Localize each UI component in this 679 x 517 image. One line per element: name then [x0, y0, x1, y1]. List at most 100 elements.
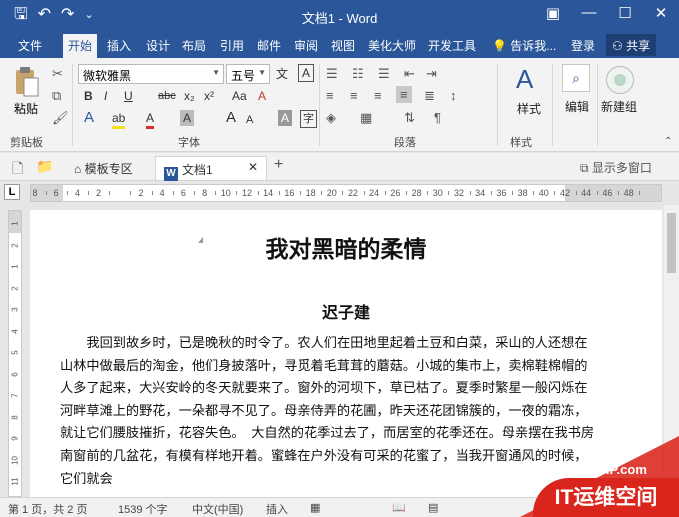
clear-formatting-button[interactable]: A	[258, 88, 266, 104]
close-tab-icon[interactable]: ✕	[248, 160, 258, 174]
horizontal-ruler[interactable]: 8 6 4 2 2 4 6 8 10 12 14 16 18 20 22 24 26 28 30 32 34 36 38 40…	[30, 184, 662, 202]
font-name-combo[interactable]: 微软雅黑 ▼	[78, 64, 224, 84]
styles-icon[interactable]: A	[516, 64, 533, 94]
ruler-tick-label: 42	[559, 188, 571, 198]
new-group-icon[interactable]	[606, 66, 634, 94]
change-case-button[interactable]: Aa	[232, 88, 247, 104]
italic-button[interactable]: I	[104, 88, 107, 104]
minimize-icon[interactable]: —	[579, 4, 599, 22]
phonetic-guide-icon[interactable]: 文	[276, 66, 288, 82]
tab-file[interactable]: 文件	[18, 37, 42, 54]
ruler-tick-label: 20	[326, 188, 337, 198]
vruler-tick-label: 4	[10, 328, 20, 334]
tab-review[interactable]: 审阅	[294, 37, 318, 54]
tell-me-box[interactable]: 💡 告诉我...	[492, 37, 556, 54]
group-font-label: 字体	[178, 137, 200, 149]
paste-icon[interactable]	[14, 66, 40, 98]
tab-document1[interactable]: W 文档1 ✕	[155, 156, 267, 181]
align-left-icon[interactable]: ≡	[326, 88, 334, 103]
borders-icon[interactable]: ▦	[360, 110, 372, 126]
enclose-char-button[interactable]: 字	[300, 110, 317, 128]
format-painter-icon[interactable]: 🖌	[52, 110, 69, 126]
group-separator	[552, 64, 553, 146]
grow-font-button[interactable]: A	[226, 110, 236, 126]
cut-icon[interactable]: ✂	[52, 66, 63, 82]
document-author[interactable]: 迟子建	[30, 299, 662, 323]
align-center-icon[interactable]: ≡	[350, 88, 358, 103]
show-marks-icon[interactable]: ¶	[434, 110, 441, 125]
tab-insert[interactable]: 插入	[107, 37, 131, 54]
scrollbar-thumb[interactable]	[667, 213, 676, 273]
new-group-button[interactable]: 新建组	[601, 98, 637, 115]
font-size-combo[interactable]: 五号 ▼	[226, 64, 270, 84]
justify-icon[interactable]: ≡	[396, 86, 412, 103]
watermark-url: www.94IP.com	[558, 462, 647, 477]
styles-button[interactable]: 样式	[517, 100, 541, 117]
folder-icon[interactable]: 📁	[36, 158, 53, 175]
tab-beautify-master[interactable]: 美化大师	[368, 37, 416, 54]
tab-references[interactable]: 引用	[220, 37, 244, 54]
page-count[interactable]: 第 1 页，共 2 页	[8, 501, 87, 517]
edit-mode[interactable]: 插入	[266, 501, 288, 517]
line-spacing-icon[interactable]: ↕	[450, 88, 457, 103]
read-mode-icon[interactable]: 📖	[392, 501, 406, 514]
decrease-indent-icon[interactable]: ⇤	[404, 66, 415, 82]
word-count[interactable]: 1539 个字	[118, 501, 168, 517]
find-icon[interactable]: ⌕	[562, 64, 590, 92]
increase-indent-icon[interactable]: ⇥	[426, 66, 437, 82]
underline-button[interactable]: U	[124, 88, 133, 104]
new-tab-button[interactable]: +	[274, 156, 283, 174]
tab-template-zone[interactable]: ⌂ 模板专区	[66, 156, 141, 180]
login-link[interactable]: 登录	[571, 37, 595, 54]
ruler-tick-mark	[278, 191, 280, 195]
char-border-icon[interactable]: A	[298, 64, 315, 82]
distributed-icon[interactable]: ≣	[424, 88, 435, 104]
shading-fill-icon[interactable]: ◈	[326, 110, 336, 126]
ruler-tick-mark	[469, 191, 471, 195]
bold-button[interactable]: B	[84, 88, 93, 104]
highlight-color-button[interactable]: ab	[112, 110, 126, 129]
ruler-tick-label: 36	[496, 188, 507, 198]
new-file-icon[interactable]: 🗋	[12, 158, 23, 182]
character-shading-button[interactable]: A	[180, 110, 195, 126]
tab-design[interactable]: 设计	[146, 37, 170, 54]
text-effects-button[interactable]: A	[84, 110, 94, 126]
multilevel-list-icon[interactable]: ☰	[378, 66, 390, 82]
maximize-icon[interactable]: ☐	[615, 4, 635, 22]
close-icon[interactable]: ✕	[651, 4, 671, 22]
language[interactable]: 中文(中国)	[192, 501, 243, 517]
tab-view[interactable]: 视图	[331, 37, 355, 54]
paste-button[interactable]: 粘贴	[14, 100, 38, 117]
collapse-ribbon-icon[interactable]: ⌃	[664, 136, 672, 147]
print-layout-icon[interactable]: ▤	[428, 501, 438, 514]
sort-icon[interactable]: ⇅	[404, 110, 415, 126]
tab-layout[interactable]: 布局	[182, 37, 206, 54]
numbering-icon[interactable]: ☷	[352, 66, 364, 82]
shading-button[interactable]: A	[278, 110, 293, 126]
font-color-button[interactable]: A	[146, 110, 155, 129]
editing-button[interactable]: 编辑	[565, 98, 589, 115]
macro-icon[interactable]: ▦	[310, 501, 320, 514]
watermark-logo: IT运维空间	[533, 478, 679, 517]
subscript-button[interactable]: x₂	[184, 88, 195, 104]
align-right-icon[interactable]: ≡	[374, 88, 382, 103]
show-multiple-windows-button[interactable]: ⧉ 显示多窗口	[580, 159, 652, 176]
document-body[interactable]: 我回到故乡时，已是晚秋的时令了。农人们在田地里起着土豆和白菜，采山的人还想在山林…	[60, 333, 600, 491]
bullets-icon[interactable]: ☰	[326, 66, 338, 82]
ruler-tick-mark	[151, 191, 153, 195]
tab-home[interactable]: 开始	[63, 34, 98, 58]
ruler-tick-label: 48	[623, 188, 634, 198]
group-styles-label: 样式	[510, 137, 532, 149]
shrink-font-button[interactable]: A	[246, 112, 253, 128]
person-icon: ⚇	[612, 39, 627, 53]
tab-mailings[interactable]: 邮件	[257, 37, 281, 54]
document-title[interactable]: 我对黑暗的柔情	[30, 230, 662, 264]
strikethrough-button[interactable]: abc	[158, 88, 176, 104]
ribbon-display-options-icon[interactable]: ▣	[543, 4, 563, 22]
vertical-ruler[interactable]: 1 2 1 2 3 4 5 6 7 8 9 10 11	[8, 210, 22, 497]
tab-selector[interactable]: L	[4, 184, 20, 200]
superscript-button[interactable]: x²	[204, 88, 214, 104]
copy-icon[interactable]: ⧉	[52, 88, 61, 104]
share-button[interactable]: ⚇ 共享	[606, 34, 657, 56]
tab-developer[interactable]: 开发工具	[428, 37, 476, 54]
